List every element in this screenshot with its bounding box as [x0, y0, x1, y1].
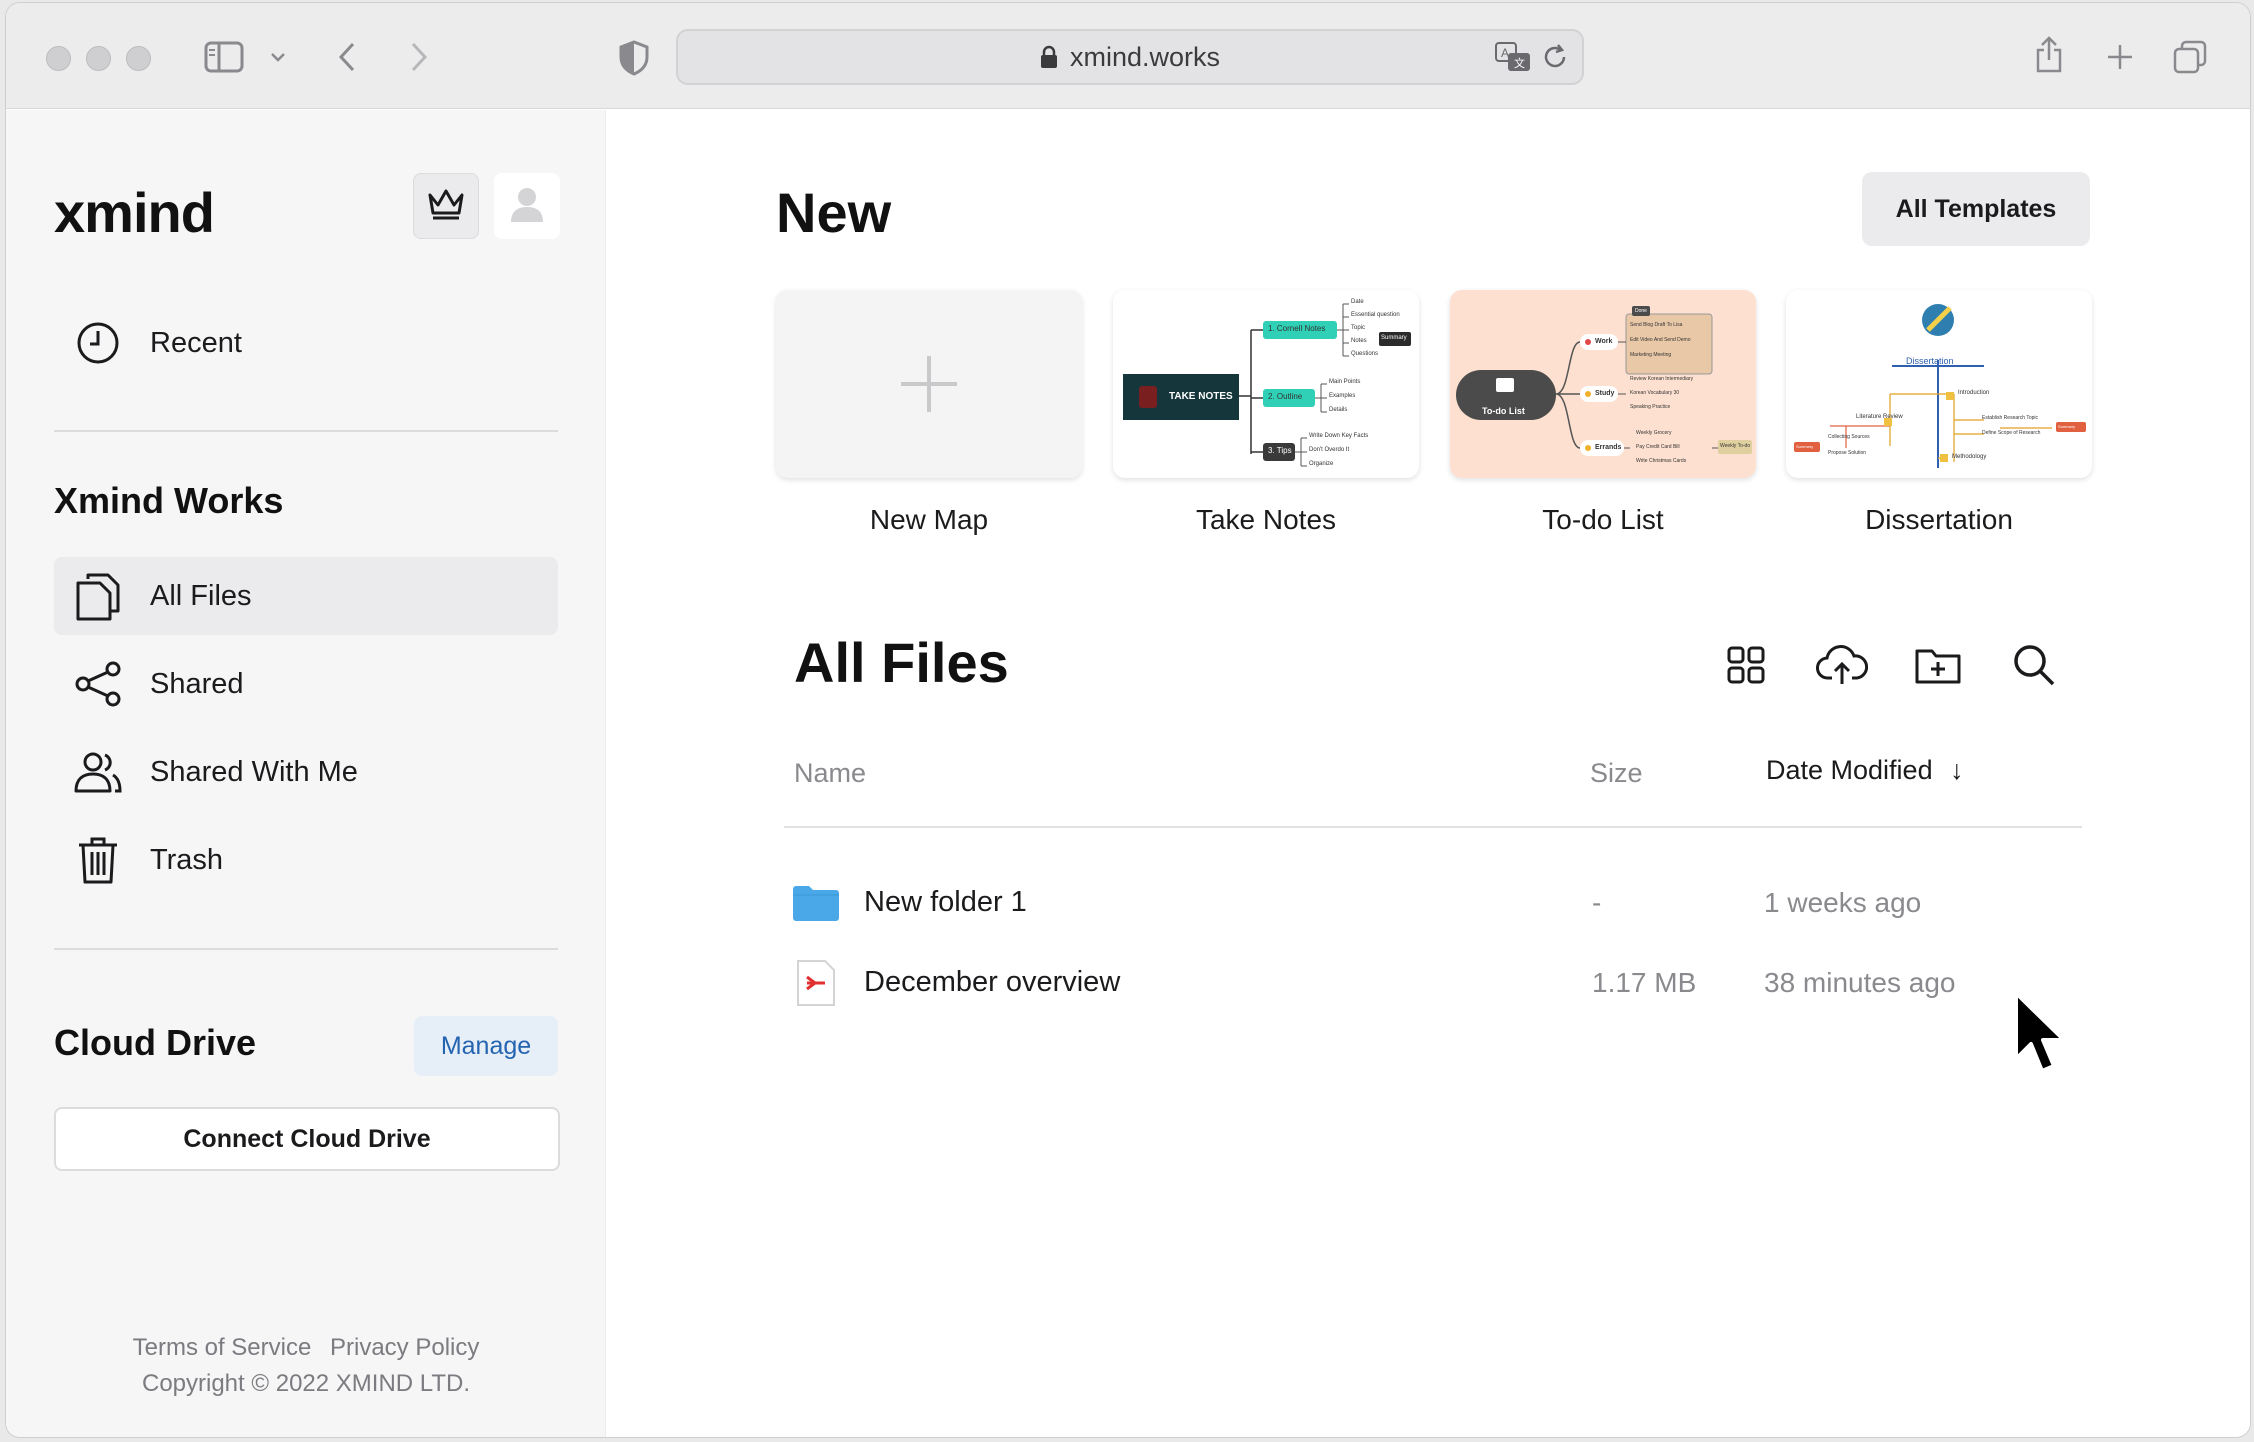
main-content: New All Templates New Map TAKE NOTES 1. … — [606, 110, 2250, 1437]
file-name: December overview — [864, 966, 1121, 998]
file-row[interactable]: New folder 1 - 1 weeks ago — [792, 867, 2082, 939]
clock-icon — [68, 321, 128, 365]
translate-icon[interactable]: A文 — [1494, 41, 1532, 80]
sidebar-toggle-icon[interactable] — [202, 39, 246, 75]
reload-icon[interactable] — [1542, 43, 1568, 78]
sort-arrow-icon: ↓ — [1950, 755, 1964, 785]
cloud-upload-icon[interactable] — [1812, 635, 1872, 695]
sidebar-item-all-files[interactable]: All Files — [54, 557, 558, 635]
svg-text:A: A — [1501, 46, 1509, 60]
manage-button[interactable]: Manage — [414, 1016, 558, 1076]
file-date: 1 weeks ago — [1764, 887, 1922, 918]
template-label: To-do List — [1542, 504, 1664, 535]
url-text: xmind.works — [1069, 41, 1221, 72]
column-header-date-modified[interactable]: Date Modified ↓ — [1766, 755, 1964, 786]
sidebar-item-label: Recent — [150, 326, 242, 359]
header-divider — [784, 826, 2082, 828]
file-row[interactable]: December overview 1.17 MB 38 minutes ago — [792, 947, 2082, 1019]
new-folder-icon[interactable] — [1908, 635, 1968, 695]
sidebar-item-label: All Files — [150, 579, 252, 612]
xmind-logo: xmind — [54, 181, 215, 244]
connect-cloud-drive-button[interactable]: Connect Cloud Drive — [54, 1107, 560, 1171]
file-size: 1.17 MB — [1592, 967, 1697, 998]
template-thumbnail: TAKE NOTES 1. Cornell Notes 2. Outline 3… — [1113, 290, 1419, 478]
privacy-link[interactable]: Privacy Policy — [330, 1334, 479, 1361]
grid-view-icon[interactable] — [1716, 635, 1776, 695]
template-new-map[interactable]: New Map — [776, 290, 1082, 536]
sidebar-divider — [54, 948, 558, 950]
premium-button[interactable] — [413, 173, 479, 239]
tab-overview-icon[interactable] — [2172, 39, 2208, 75]
trash-icon — [68, 836, 128, 884]
close-window-button[interactable] — [46, 46, 71, 71]
account-button[interactable] — [494, 173, 560, 239]
search-icon[interactable] — [2004, 635, 2064, 695]
file-name: New folder 1 — [864, 886, 1027, 918]
terms-link[interactable]: Terms of Service — [133, 1334, 312, 1361]
folder-icon — [792, 879, 840, 927]
template-label: Dissertation — [1865, 504, 2013, 535]
lock-icon — [1040, 45, 1058, 69]
template-todo-list[interactable]: To-do List Work Study Errands Done Weekl… — [1450, 290, 1756, 536]
column-header-name[interactable]: Name — [794, 758, 866, 789]
template-take-notes[interactable]: TAKE NOTES 1. Cornell Notes 2. Outline 3… — [1113, 290, 1419, 536]
all-templates-button[interactable]: All Templates — [1862, 172, 2090, 246]
template-label: New Map — [869, 504, 989, 535]
files-icon — [68, 571, 128, 621]
template-thumbnail: Dissertation Introduction Literature Rev… — [1786, 290, 2092, 478]
users-icon — [68, 751, 128, 793]
crown-icon — [426, 187, 466, 226]
forward-arrow-icon[interactable] — [404, 39, 434, 75]
template-thumbnail: To-do List Work Study Errands Done Weekl… — [1450, 290, 1756, 478]
new-tab-icon[interactable] — [2104, 41, 2136, 73]
footer-links: Terms of Service Privacy Policy — [6, 1334, 606, 1362]
file-date: 38 minutes ago — [1764, 967, 1956, 998]
user-avatar-icon — [507, 184, 547, 229]
workspace-title: Xmind Works — [54, 480, 284, 521]
sidebar-item-label: Trash — [150, 843, 224, 876]
sidebar-item-label: Shared With Me — [150, 755, 358, 788]
browser-toolbar: xmind.works A文 — [6, 3, 2250, 109]
sidebar: xmind Recent Xmind Works All Files Share… — [6, 110, 606, 1437]
copyright: Copyright © 2022 XMIND LTD. — [141, 1370, 471, 1397]
sidebar-divider — [54, 430, 558, 432]
back-arrow-icon[interactable] — [332, 39, 362, 75]
mouse-cursor-icon — [2012, 989, 2072, 1086]
minimize-window-button[interactable] — [86, 46, 111, 71]
sidebar-item-label: Shared — [150, 667, 244, 700]
zoom-window-button[interactable] — [126, 46, 151, 71]
cloud-drive-title: Cloud Drive — [54, 1022, 257, 1063]
xmind-file-icon — [792, 959, 840, 1007]
svg-text:文: 文 — [1514, 56, 1525, 70]
address-bar[interactable]: xmind.works A文 — [676, 29, 1584, 85]
new-section-title: New — [776, 181, 892, 244]
file-size: - — [1592, 887, 1602, 918]
template-label: Take Notes — [1195, 504, 1337, 535]
share-icon — [68, 661, 128, 707]
chevron-down-icon[interactable] — [268, 47, 288, 67]
sidebar-item-recent[interactable]: Recent — [54, 304, 558, 382]
template-thumbnail — [776, 290, 1082, 478]
sidebar-item-shared-with-me[interactable]: Shared With Me — [54, 733, 558, 811]
column-header-size[interactable]: Size — [1590, 758, 1643, 789]
all-files-title: All Files — [794, 631, 1009, 694]
template-dissertation[interactable]: Dissertation Introduction Literature Rev… — [1786, 290, 2092, 536]
plus-icon — [901, 356, 957, 412]
browser-window: xmind.works A文 xmind Recent Xmind Works … — [6, 3, 2250, 1437]
share-sheet-icon[interactable] — [2032, 35, 2066, 75]
shield-icon[interactable] — [616, 39, 652, 77]
sidebar-item-trash[interactable]: Trash — [54, 821, 558, 899]
sidebar-item-shared[interactable]: Shared — [54, 645, 558, 723]
